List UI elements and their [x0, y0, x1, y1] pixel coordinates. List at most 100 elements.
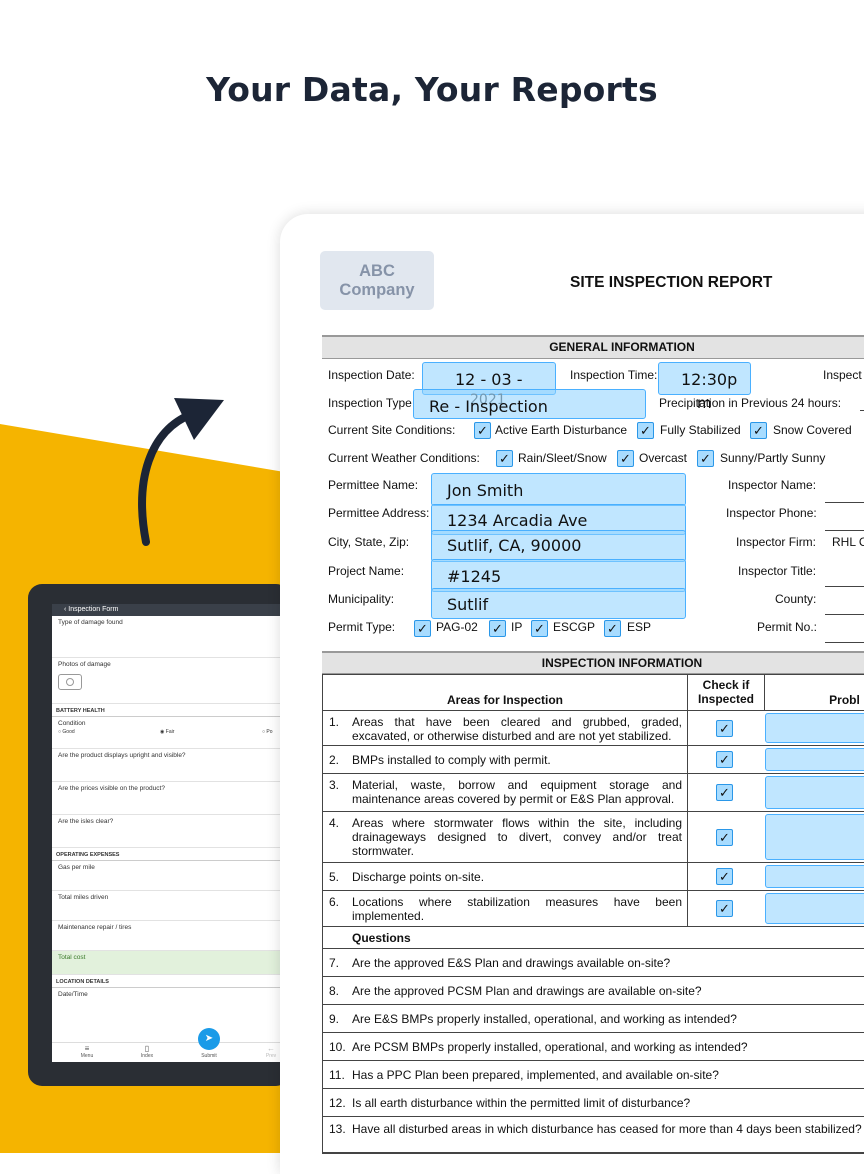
label-permittee-name: Permittee Name:: [328, 478, 419, 492]
label-county: County:: [775, 592, 817, 606]
field-municipality[interactable]: Sutlif: [431, 588, 686, 619]
mobile-field-maintenance[interactable]: Maintenance repair / tires: [52, 921, 290, 951]
checkbox-area-1[interactable]: ✓: [716, 720, 733, 737]
label-inspector-cut: Inspect: [823, 368, 862, 382]
tablet-device: ‹ Inspection Form Type of damage found P…: [28, 584, 290, 1086]
inspection-info-header: INSPECTION INFORMATION: [322, 651, 864, 674]
field-problem-2[interactable]: [765, 748, 864, 771]
inspector-phone-line: [825, 530, 864, 531]
checkbox-ip[interactable]: ✓: [489, 620, 506, 637]
table-row: 11. Has a PPC Plan been prepared, impleme…: [323, 1061, 864, 1089]
mobile-field-photos[interactable]: Photos of damage: [52, 658, 290, 704]
weather-overcast: Overcast: [639, 451, 688, 465]
value-inspector-firm: RHL C: [832, 535, 864, 549]
checkbox-active-earth[interactable]: ✓: [474, 422, 491, 439]
col-check: Check if Inspected: [687, 675, 764, 710]
checkbox-rain[interactable]: ✓: [496, 450, 513, 467]
label-project-name: Project Name:: [328, 564, 405, 578]
report-title: SITE INSPECTION REPORT: [570, 274, 773, 291]
nav-menu[interactable]: ≡ Menu: [72, 1044, 102, 1059]
permit-escgp: ESCGP: [553, 620, 596, 634]
permit-pag02: PAG-02: [436, 620, 478, 634]
table-row: 5. Discharge points on-site. ✓: [323, 863, 864, 891]
mobile-question-displays[interactable]: Are the product displays upright and vis…: [52, 749, 290, 782]
mobile-field-miles[interactable]: Total miles driven: [52, 891, 290, 921]
table-row: 4. Areas where stormwater flows within th…: [323, 812, 864, 863]
checkbox-area-2[interactable]: ✓: [716, 751, 733, 768]
table-row: 9. Are E&S BMPs properly installed, opera…: [323, 1005, 864, 1033]
bookmark-icon: ▯: [144, 1044, 150, 1053]
checkbox-snow-covered[interactable]: ✓: [750, 422, 767, 439]
field-inspection-time[interactable]: 12:30p: [658, 362, 751, 395]
mobile-question-isles[interactable]: Are the isles clear?: [52, 815, 290, 848]
label-inspection-type: Inspection Type: [328, 396, 412, 410]
table-row: 2. BMPs installed to comply with permit. …: [323, 746, 864, 774]
checkbox-esp[interactable]: ✓: [604, 620, 621, 637]
field-problem-6[interactable]: [765, 893, 864, 924]
table-row: 13. Have all disturbed areas in which dis…: [323, 1117, 864, 1153]
nav-index[interactable]: ▯ Index: [132, 1044, 162, 1059]
site-condition-fully-stabilized: Fully Stabilized: [660, 423, 741, 437]
label-municipality: Municipality:: [328, 592, 395, 606]
mobile-app-bar[interactable]: ‹ Inspection Form: [52, 604, 290, 616]
inspector-title-line: [825, 586, 864, 587]
label-permit-no: Permit No.:: [757, 620, 818, 634]
nav-submit[interactable]: Submit: [194, 1053, 224, 1059]
section-expenses: OPERATING EXPENSES: [52, 848, 290, 861]
checkbox-area-3[interactable]: ✓: [716, 784, 733, 801]
label-city: City, State, Zip:: [328, 535, 410, 549]
radio-fair[interactable]: ◉ Fair: [160, 729, 174, 735]
radio-poor[interactable]: ○ Po: [262, 729, 273, 735]
mobile-field-datetime[interactable]: Date/Time: [52, 988, 290, 1018]
inspection-report-document: ABC Company SITE INSPECTION REPORT GENERA…: [280, 214, 864, 1174]
col-areas: Areas for Inspection: [446, 693, 564, 707]
label-permittee-address: Permittee Address:: [328, 506, 430, 520]
checkbox-area-6[interactable]: ✓: [716, 900, 733, 917]
permit-ip: IP: [511, 620, 523, 634]
field-problem-3[interactable]: [765, 776, 864, 809]
field-problem-4[interactable]: [765, 814, 864, 860]
field-problem-1[interactable]: [765, 713, 864, 743]
hero-title: Your Data, Your Reports: [206, 70, 658, 109]
checkbox-area-4[interactable]: ✓: [716, 829, 733, 846]
label-permit-type: Permit Type:: [328, 620, 396, 634]
checkbox-pag02[interactable]: ✓: [414, 620, 431, 637]
mobile-question-prices[interactable]: Are the prices visible on the product?: [52, 782, 290, 815]
radio-good[interactable]: ○ Good: [58, 729, 75, 735]
label-inspector-title: Inspector Title:: [738, 564, 817, 578]
label-precipitation: Precipitation in Previous 24 hours:: [659, 396, 842, 410]
checkbox-area-5[interactable]: ✓: [716, 868, 733, 885]
weather-sunny: Sunny/Partly Sunny: [720, 451, 826, 465]
camera-icon[interactable]: [58, 674, 82, 690]
county-line: [825, 614, 864, 615]
checkbox-sunny[interactable]: ✓: [697, 450, 714, 467]
submit-fab-button[interactable]: ➤: [198, 1028, 220, 1050]
table-row: 12. Is all earth disturbance within the p…: [323, 1089, 864, 1117]
checkbox-overcast[interactable]: ✓: [617, 450, 634, 467]
company-logo: ABC Company: [320, 251, 434, 310]
field-inspection-type[interactable]: Re - Inspection: [413, 389, 646, 419]
checkbox-escgp[interactable]: ✓: [531, 620, 548, 637]
send-icon: ➤: [204, 1033, 214, 1044]
mobile-field-total-cost: Total cost: [52, 951, 290, 975]
field-city[interactable]: Sutlif, CA, 90000: [431, 530, 686, 562]
site-condition-snow-covered: Snow Covered: [773, 423, 852, 437]
mobile-field-damage[interactable]: Type of damage found: [52, 616, 290, 658]
mobile-field-condition: Condition ○ Good ◉ Fair ○ Po: [52, 717, 290, 749]
col-problem: Probl: [764, 675, 864, 710]
section-location: LOCATION DETAILS: [52, 975, 290, 988]
label-inspector-phone: Inspector Phone:: [726, 506, 817, 520]
table-row: 8. Are the approved PCSM Plan and drawing…: [323, 977, 864, 1005]
precipitation-line: [860, 410, 864, 411]
checkbox-fully-stabilized[interactable]: ✓: [637, 422, 654, 439]
table-row: 10. Are PCSM BMPs properly installed, ope…: [323, 1033, 864, 1061]
table-header-row: Areas for Inspection Check if Inspected P…: [323, 675, 864, 711]
mobile-field-gas[interactable]: Gas per mile: [52, 861, 290, 891]
mobile-bottom-nav: ≡ Menu ▯ Index Submit ← Prev: [52, 1042, 290, 1062]
field-permittee-name[interactable]: Jon Smith: [431, 473, 686, 506]
table-row: 7. Are the approved E&S Plan and drawings…: [323, 949, 864, 977]
inspection-table: Areas for Inspection Check if Inspected P…: [322, 674, 864, 1154]
field-problem-5[interactable]: [765, 865, 864, 888]
label-site-conditions: Current Site Conditions:: [328, 423, 456, 437]
curved-arrow-icon: [138, 398, 224, 546]
